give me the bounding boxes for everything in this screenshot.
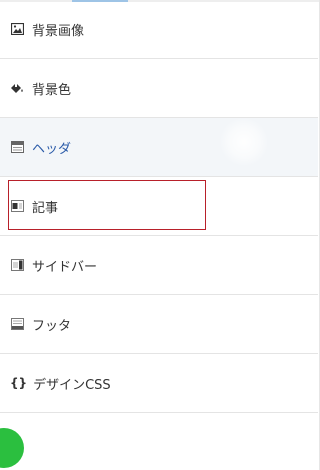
menu-item-label: デザインCSS [33,377,111,393]
footer-layout-icon [10,317,24,331]
article-layout-icon [10,199,24,213]
menu-item-sidebar[interactable]: サイドバー [0,236,318,295]
menu-item-label: サイドバー [32,259,98,275]
menu-item-label: 背景色 [32,82,72,98]
menu-item-design-css[interactable]: {} デザインCSS [0,354,318,413]
customize-menu: 背景画像 背景色 ヘッダ 記事 サイドバー フッタ {} デザインCSS [0,0,320,470]
menu-item-label: 記事 [32,200,59,216]
menu-item-background-image[interactable]: 背景画像 [0,0,318,59]
sidebar-layout-icon [10,258,24,272]
menu-item-header[interactable]: ヘッダ [0,118,318,177]
image-icon [10,22,24,36]
menu-item-article[interactable]: 記事 [0,177,318,236]
braces-icon: {} [10,376,28,390]
header-layout-icon [10,140,24,154]
menu-item-label: ヘッダ [32,141,72,157]
menu-item-label: フッタ [32,318,72,334]
menu-item-background-color[interactable]: 背景色 [0,59,318,118]
menu-item-footer[interactable]: フッタ [0,295,318,354]
paint-bucket-icon [10,81,24,95]
menu-item-label: 背景画像 [32,23,85,39]
